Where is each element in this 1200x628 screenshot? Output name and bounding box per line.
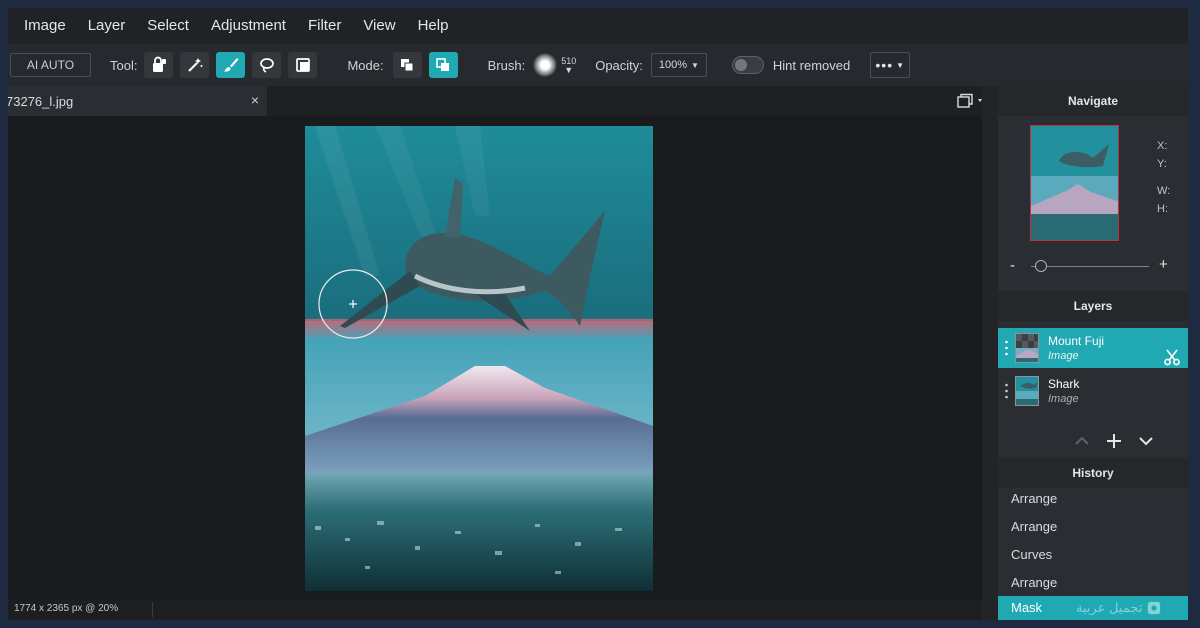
chevron-up-icon[interactable] (1074, 436, 1090, 446)
nav-w-label: W: (1157, 185, 1171, 197)
layer-actions (998, 426, 1188, 456)
overlap-squares-icon (401, 59, 414, 72)
layers-header[interactable]: Layers (998, 291, 1188, 321)
tool-rect-select[interactable] (288, 52, 318, 78)
right-panel: Navigate X: Y: W: H: - + Layers Mount Fu… (998, 86, 1188, 620)
layer-thumbnail (1015, 333, 1039, 363)
app-window: Image Layer Select Adjustment Filter Vie… (8, 8, 1188, 620)
zoom-slider-track[interactable] (1031, 266, 1149, 267)
close-icon[interactable]: × (251, 92, 259, 108)
menu-help[interactable]: Help (407, 8, 460, 44)
brush-icon (223, 58, 239, 72)
lasso-icon (260, 58, 274, 73)
layer-name: Mount Fuji (1048, 334, 1105, 348)
zoom-in-button[interactable]: + (1159, 256, 1168, 273)
drag-handle-icon[interactable] (1005, 383, 1008, 399)
chevron-down-icon: ▼ (896, 60, 906, 70)
layer-item[interactable]: Mount Fuji Image (998, 328, 1188, 368)
watermark: تجميل عربية (1076, 596, 1161, 620)
magic-wand-icon (188, 58, 203, 72)
menu-view[interactable]: View (352, 8, 406, 44)
history-header[interactable]: History (998, 458, 1188, 488)
square-icon (296, 58, 310, 72)
layer-item[interactable]: Shark Image (998, 371, 1188, 411)
history-title: History (1072, 466, 1114, 480)
history-item[interactable]: Arrange (998, 569, 1188, 597)
opacity-select[interactable]: 100% ▼ (650, 53, 707, 77)
zoom-row: - + (998, 256, 1188, 278)
navigator-thumbnail[interactable] (1030, 125, 1119, 241)
history-item[interactable]: Arrange (998, 485, 1188, 513)
more-options-button[interactable]: ••• ▼ (870, 52, 911, 78)
watermark-text: تجميل عربية (1076, 600, 1143, 615)
layer-thumbnail (1015, 376, 1039, 406)
chevron-down-icon[interactable] (1138, 436, 1154, 446)
drag-handle-icon[interactable] (1005, 340, 1008, 356)
zoom-out-button[interactable]: - (1010, 257, 1015, 274)
history-item[interactable]: Arrange (998, 513, 1188, 541)
lock-hand-icon (152, 56, 166, 72)
brush-label: Brush: (487, 57, 526, 73)
mode-label: Mode: (347, 57, 384, 73)
menu-filter[interactable]: Filter (297, 8, 352, 44)
chevron-down-icon: ▼ (691, 60, 699, 70)
tool-brush[interactable] (216, 52, 246, 78)
add-layer-icon[interactable] (1106, 433, 1122, 449)
brush-size-dropdown[interactable]: 510 ▼ (561, 56, 576, 75)
mode-subtract[interactable] (392, 52, 422, 78)
scissors-icon[interactable] (1163, 348, 1181, 366)
brush-preview[interactable] (533, 53, 558, 77)
history-item[interactable]: Curves (998, 541, 1188, 569)
hint-toggle[interactable] (731, 56, 764, 74)
ai-auto-button[interactable]: AI AUTO (10, 53, 91, 77)
document-tab-strip: 73276_l.jpg × (8, 86, 998, 116)
history-item[interactable]: Mask تجميل عربية (998, 596, 1188, 620)
document-tab[interactable]: 73276_l.jpg × (8, 86, 267, 116)
menu-image[interactable]: Image (13, 8, 77, 44)
opacity-label: Opacity: (595, 57, 643, 73)
layer-type: Image (1048, 350, 1079, 362)
nav-x-label: X: (1157, 140, 1168, 152)
tool-label: Tool: (110, 57, 138, 73)
navigate-title: Navigate (1067, 94, 1119, 108)
nav-y-label: Y: (1157, 158, 1167, 170)
canvas-image[interactable] (305, 126, 653, 591)
layer-type: Image (1048, 393, 1079, 405)
status-bar: 1774 x 2365 px @ 20% (8, 599, 982, 620)
chevron-down-icon: ▼ (564, 64, 574, 75)
mask-overlay (305, 319, 653, 337)
toggle-knob (734, 59, 747, 71)
layers-title: Layers (1073, 299, 1113, 313)
overlap-squares-add-icon (436, 58, 450, 71)
more-dots: ••• (875, 57, 894, 73)
tool-magic-wand[interactable] (180, 52, 210, 78)
vertical-scrollbar[interactable] (982, 86, 998, 620)
zoom-slider-handle[interactable] (1035, 260, 1047, 272)
document-tab-name: 73276_l.jpg (8, 93, 74, 109)
menu-adjustment[interactable]: Adjustment (200, 8, 297, 44)
menu-layer[interactable]: Layer (77, 8, 137, 44)
history-item-label: Mask (1011, 600, 1043, 615)
status-divider (152, 602, 153, 617)
tool-lasso[interactable] (252, 52, 282, 78)
brush-size-value: 510 (561, 55, 577, 66)
mode-add[interactable] (428, 52, 458, 78)
navigate-header[interactable]: Navigate (998, 86, 1188, 116)
opacity-value: 100% (658, 59, 688, 71)
layer-name: Shark (1048, 377, 1080, 391)
tool-object-select[interactable] (144, 52, 174, 78)
toolbar: AI AUTO Tool: Mode: Brush: 510 ▼ Opacity… (8, 44, 1188, 86)
status-dimensions: 1774 x 2365 px @ 20% (14, 603, 119, 614)
logo-icon (1148, 601, 1161, 615)
nav-h-label: H: (1157, 203, 1168, 215)
menu-bar: Image Layer Select Adjustment Filter Vie… (8, 8, 1188, 44)
canvas-area[interactable] (8, 116, 982, 599)
menu-select[interactable]: Select (136, 8, 200, 44)
hint-label: Hint removed (772, 57, 851, 73)
